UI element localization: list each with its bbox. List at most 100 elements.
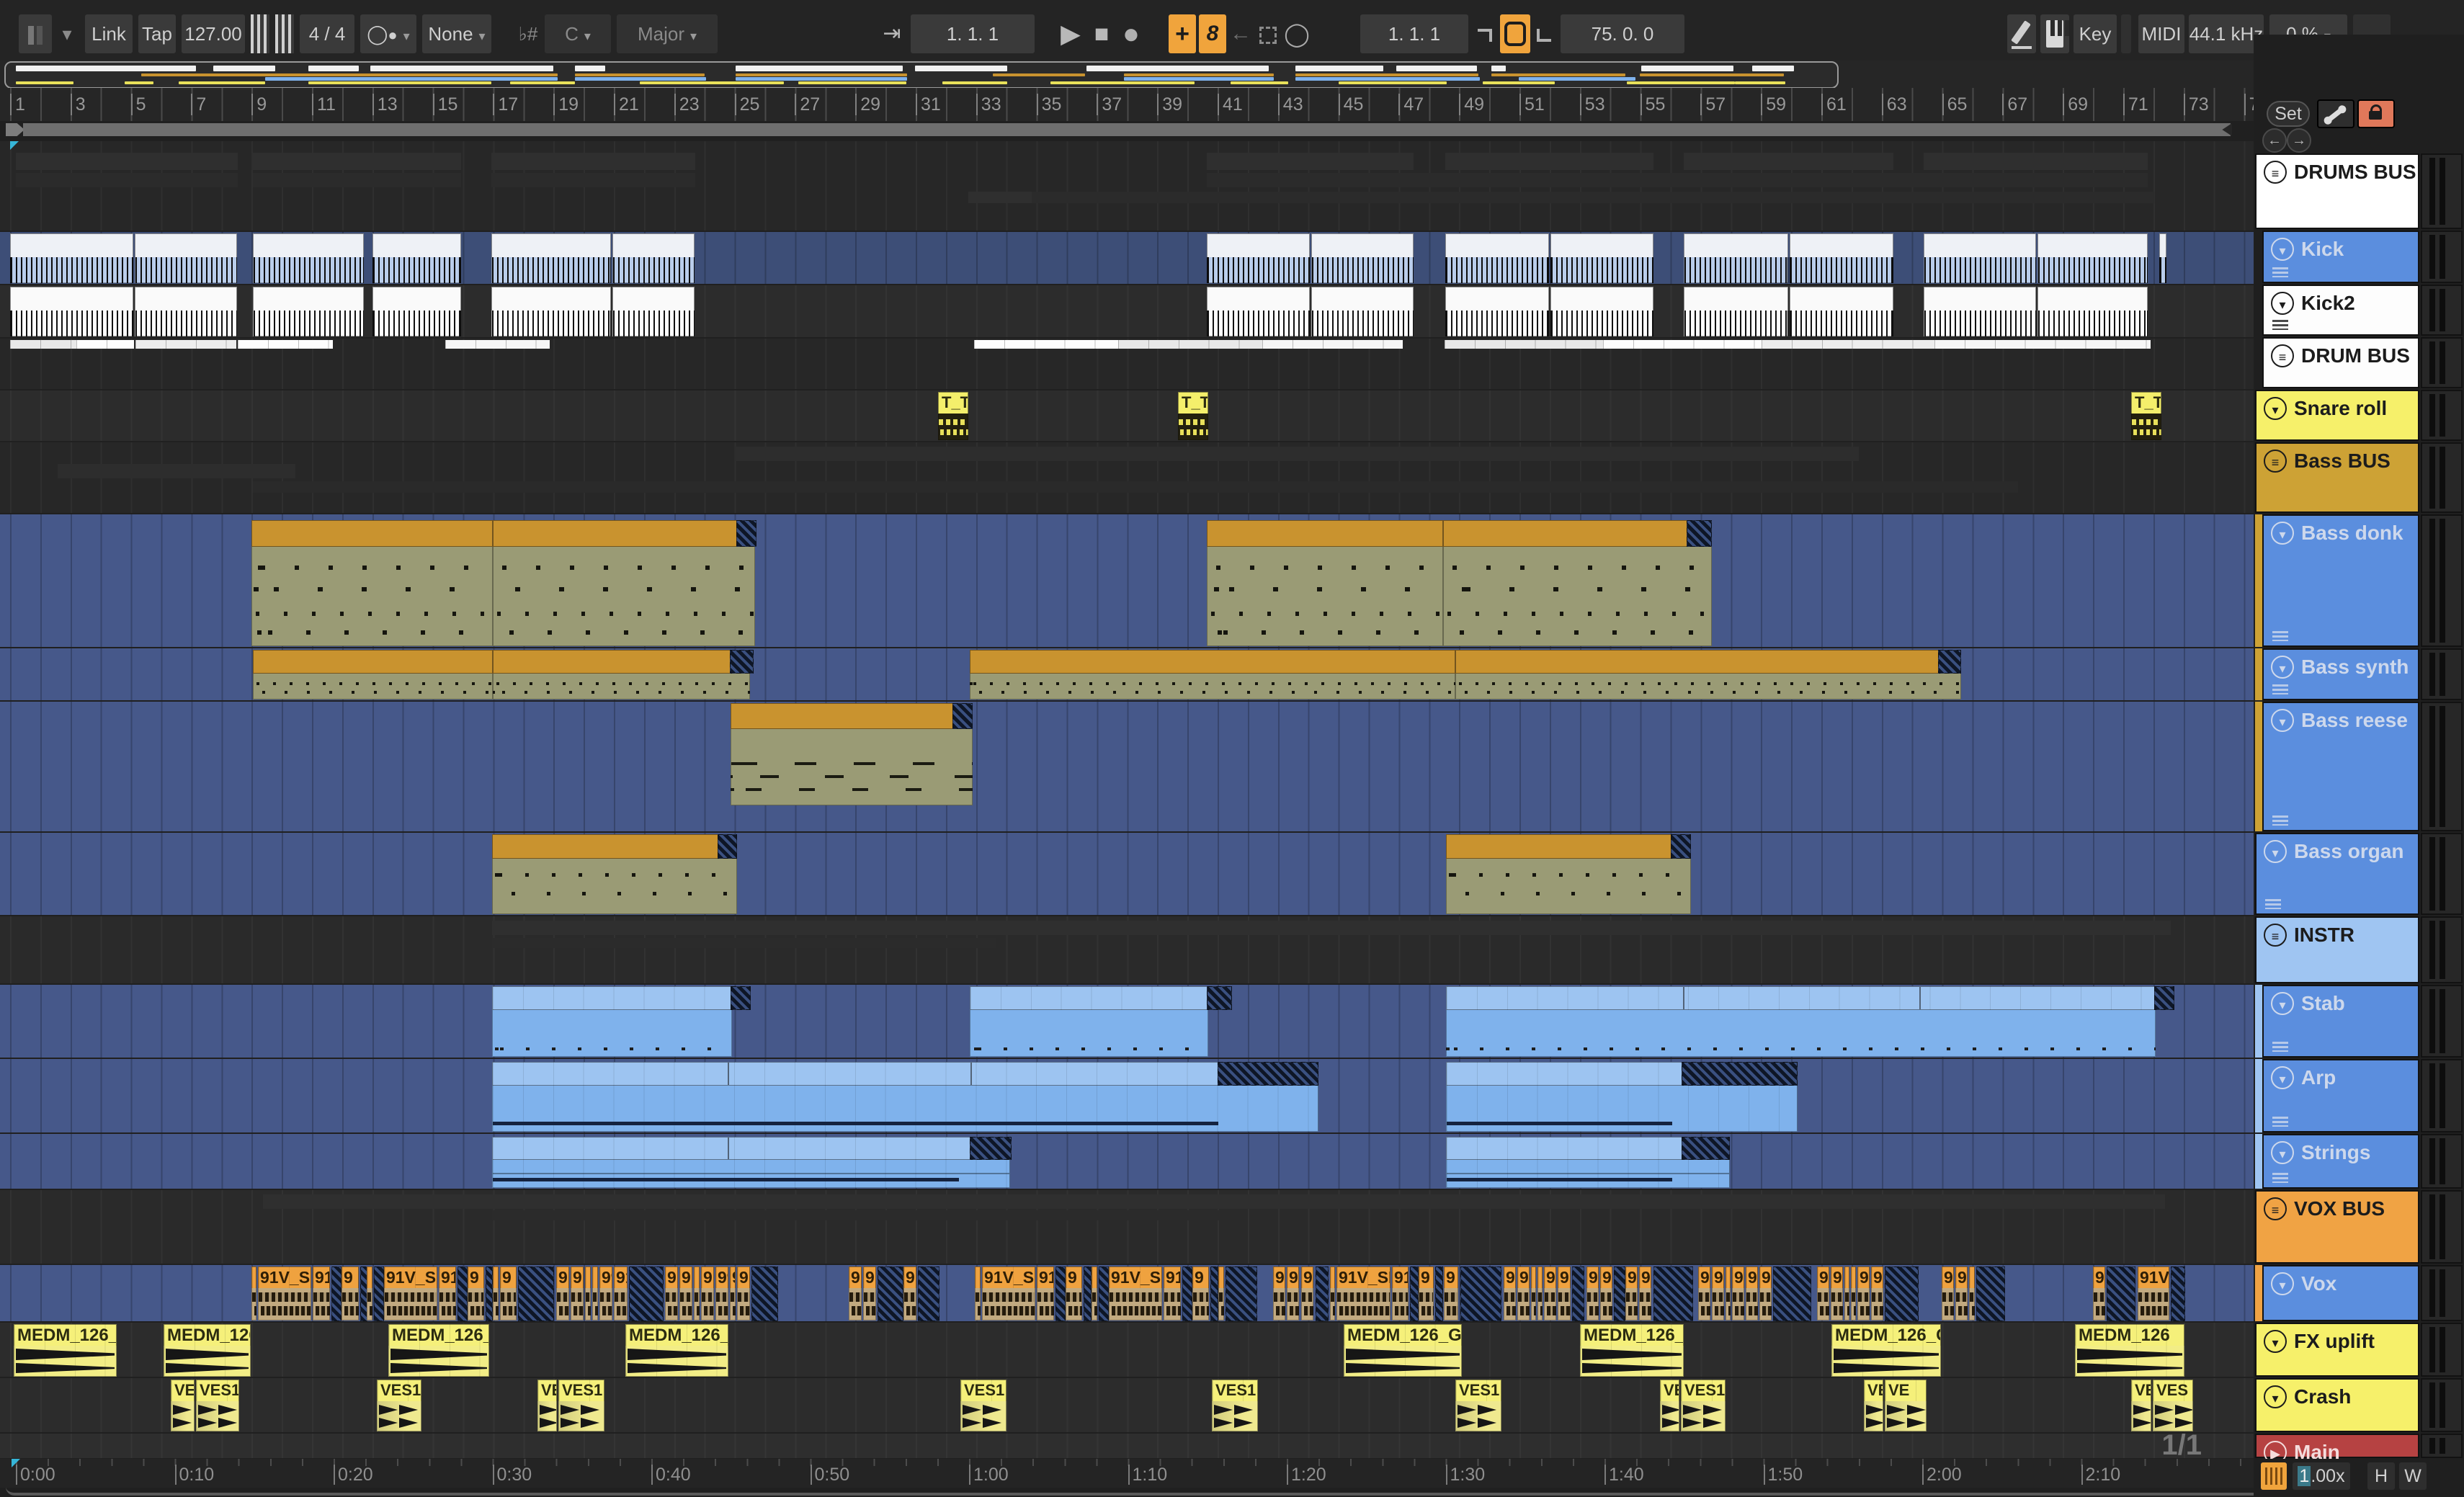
- height-zoom-button[interactable]: H: [2367, 1462, 2395, 1490]
- clip-title-bar[interactable]: VE: [1660, 1380, 1679, 1403]
- audio-clip[interactable]: VE: [1885, 1380, 1927, 1431]
- track-header-main[interactable]: ▶ Main: [2255, 1434, 2419, 1464]
- clip-title-bar[interactable]: [492, 1062, 1219, 1086]
- waveform-zoom-toggle[interactable]: [2261, 1462, 2287, 1490]
- playhead-marker[interactable]: [12, 1459, 20, 1467]
- clip-title-bar[interactable]: 91V_SL: [1109, 1266, 1162, 1290]
- audio-clip[interactable]: VES1 Cr: [558, 1380, 604, 1431]
- clip-notes[interactable]: [492, 1158, 1010, 1188]
- clip-title-bar[interactable]: [253, 233, 364, 259]
- clip-title-bar[interactable]: 99: [715, 1266, 728, 1290]
- track-header-bass-organ[interactable]: ▾ Bass organ: [2255, 833, 2419, 915]
- clip-title-bar[interactable]: [1446, 986, 2156, 1010]
- time-label[interactable]: 0:10: [174, 1465, 214, 1485]
- clip-title-bar[interactable]: [2037, 287, 2148, 312]
- track-header-fx-uplift[interactable]: ▾ FX uplift: [2255, 1323, 2419, 1377]
- time-label[interactable]: 0:50: [810, 1465, 849, 1485]
- track-menu-icon[interactable]: [2272, 684, 2288, 694]
- audio-clip[interactable]: 9: [849, 1266, 862, 1321]
- clip-title-bar[interactable]: MEDM_126_G: [1831, 1324, 1941, 1347]
- audio-clip[interactable]: 9: [1831, 1266, 1843, 1321]
- track-header-strings[interactable]: ▾ Strings: [2262, 1134, 2419, 1189]
- midi-clip[interactable]: [1311, 287, 1414, 336]
- time-label[interactable]: 2:00: [1922, 1465, 1962, 1485]
- time-label[interactable]: 0:00: [16, 1465, 55, 1485]
- clip-notes[interactable]: [1446, 1158, 1730, 1188]
- audio-clip[interactable]: 91V: [2138, 1266, 2169, 1321]
- audio-clip[interactable]: VE: [537, 1380, 557, 1431]
- lane-kick[interactable]: [0, 232, 2254, 284]
- clip-title-bar[interactable]: 9: [556, 1266, 569, 1290]
- lane-main-content[interactable]: 1/1: [0, 1429, 2254, 1461]
- audio-clip[interactable]: 9: [1732, 1266, 1744, 1321]
- clip-title-bar[interactable]: [975, 1266, 981, 1290]
- clip-title-bar[interactable]: 99: [1625, 1266, 1638, 1290]
- audio-clip[interactable]: [1330, 1266, 1335, 1321]
- lane-arp[interactable]: [0, 1059, 2254, 1132]
- mini-clip[interactable]: [76, 340, 134, 349]
- clip-title-bar[interactable]: [1851, 1266, 1856, 1290]
- audio-clip[interactable]: [975, 1266, 981, 1321]
- midi-clip[interactable]: [491, 287, 611, 336]
- audio-clip[interactable]: 9: [1871, 1266, 1883, 1321]
- midi-clip[interactable]: [1550, 287, 1653, 336]
- midi-clip[interactable]: [1550, 233, 1653, 283]
- clip-title-bar[interactable]: VES1 Cr: [1455, 1380, 1501, 1403]
- audio-clip[interactable]: 9: [737, 1266, 750, 1321]
- clip-title-bar[interactable]: 9: [571, 1266, 584, 1290]
- lane-fx-uplift[interactable]: MEDM_126_G MEDM_126 MEDM_126_G MEDM_126_G ME…: [0, 1323, 2254, 1377]
- track-name[interactable]: Crash: [2294, 1385, 2351, 1408]
- audio-clip[interactable]: 91: [1392, 1266, 1409, 1321]
- track-name[interactable]: Stab: [2301, 992, 2345, 1015]
- clip-title-bar[interactable]: 91: [313, 1266, 330, 1290]
- midi-clip[interactable]: [1684, 287, 1788, 336]
- clip-title-bar[interactable]: [2037, 233, 2148, 259]
- prev-locator-button[interactable]: ←: [2262, 128, 2287, 153]
- clip-title-bar[interactable]: 9: [468, 1266, 484, 1290]
- audio-clip[interactable]: 9: [665, 1266, 678, 1321]
- clip-title-bar[interactable]: VES1 Cr: [558, 1380, 604, 1403]
- audio-clip[interactable]: [1726, 1266, 1731, 1321]
- lane-kick2[interactable]: [0, 285, 2254, 337]
- track-header-bass-reese[interactable]: ▾ Bass reese: [2262, 702, 2419, 831]
- unfold-icon[interactable]: ▾: [2271, 709, 2294, 732]
- midi-clip[interactable]: [2037, 233, 2148, 283]
- clip-title-bar[interactable]: 91: [1392, 1266, 1409, 1290]
- track-name[interactable]: Bass organ: [2294, 840, 2404, 863]
- clip-title-bar[interactable]: [491, 233, 611, 259]
- clip-title-bar[interactable]: [2159, 233, 2166, 259]
- audio-clip[interactable]: 9: [863, 1266, 876, 1321]
- clip-title-bar[interactable]: 9: [1287, 1266, 1299, 1290]
- audio-clip[interactable]: MEDM_126: [2075, 1324, 2184, 1377]
- clip-title-bar[interactable]: 99: [1746, 1266, 1758, 1290]
- audio-clip[interactable]: 9: [468, 1266, 484, 1321]
- audio-clip[interactable]: 9: [1639, 1266, 1651, 1321]
- clip-title-bar[interactable]: [372, 233, 461, 259]
- audio-clip[interactable]: 99: [1857, 1266, 1870, 1321]
- clip-title-bar[interactable]: 91: [1164, 1266, 1181, 1290]
- clip-title-bar[interactable]: [1443, 520, 1688, 547]
- audio-clip[interactable]: 9: [500, 1266, 517, 1321]
- clip-title-bar[interactable]: VES1 Cr: [1681, 1380, 1726, 1403]
- audio-clip[interactable]: 9: [903, 1266, 916, 1321]
- audio-clip[interactable]: 9: [1817, 1266, 1829, 1321]
- clip-notes[interactable]: [1446, 857, 1691, 914]
- clip-title-bar[interactable]: VES1 Cr: [377, 1380, 421, 1403]
- clip-notes[interactable]: [1446, 1009, 2156, 1057]
- time-label[interactable]: 1:20: [1287, 1465, 1326, 1485]
- clip-title-bar[interactable]: 99: [599, 1266, 612, 1290]
- clip-title-bar[interactable]: 9: [1517, 1266, 1530, 1290]
- clip-title-bar[interactable]: 9: [1732, 1266, 1744, 1290]
- midi-clip[interactable]: [2037, 287, 2148, 336]
- clip-notes[interactable]: [970, 1009, 1208, 1057]
- audio-clip[interactable]: 9: [1444, 1266, 1458, 1321]
- clip-title-bar[interactable]: [1446, 1137, 1683, 1160]
- clip-title-bar[interactable]: MEDM_126: [2075, 1324, 2184, 1347]
- track-header-bass-synth[interactable]: ▾ Bass synth: [2262, 648, 2419, 700]
- lane-snare-roll[interactable]: T_T T_T T_T: [0, 390, 2254, 441]
- audio-clip[interactable]: [493, 1266, 499, 1321]
- clip-title-bar[interactable]: 91V: [2138, 1266, 2169, 1290]
- clip-title-bar[interactable]: 9: [1066, 1266, 1082, 1290]
- audio-clip[interactable]: 9: [701, 1266, 714, 1321]
- clip-title-bar[interactable]: 9: [730, 1266, 736, 1290]
